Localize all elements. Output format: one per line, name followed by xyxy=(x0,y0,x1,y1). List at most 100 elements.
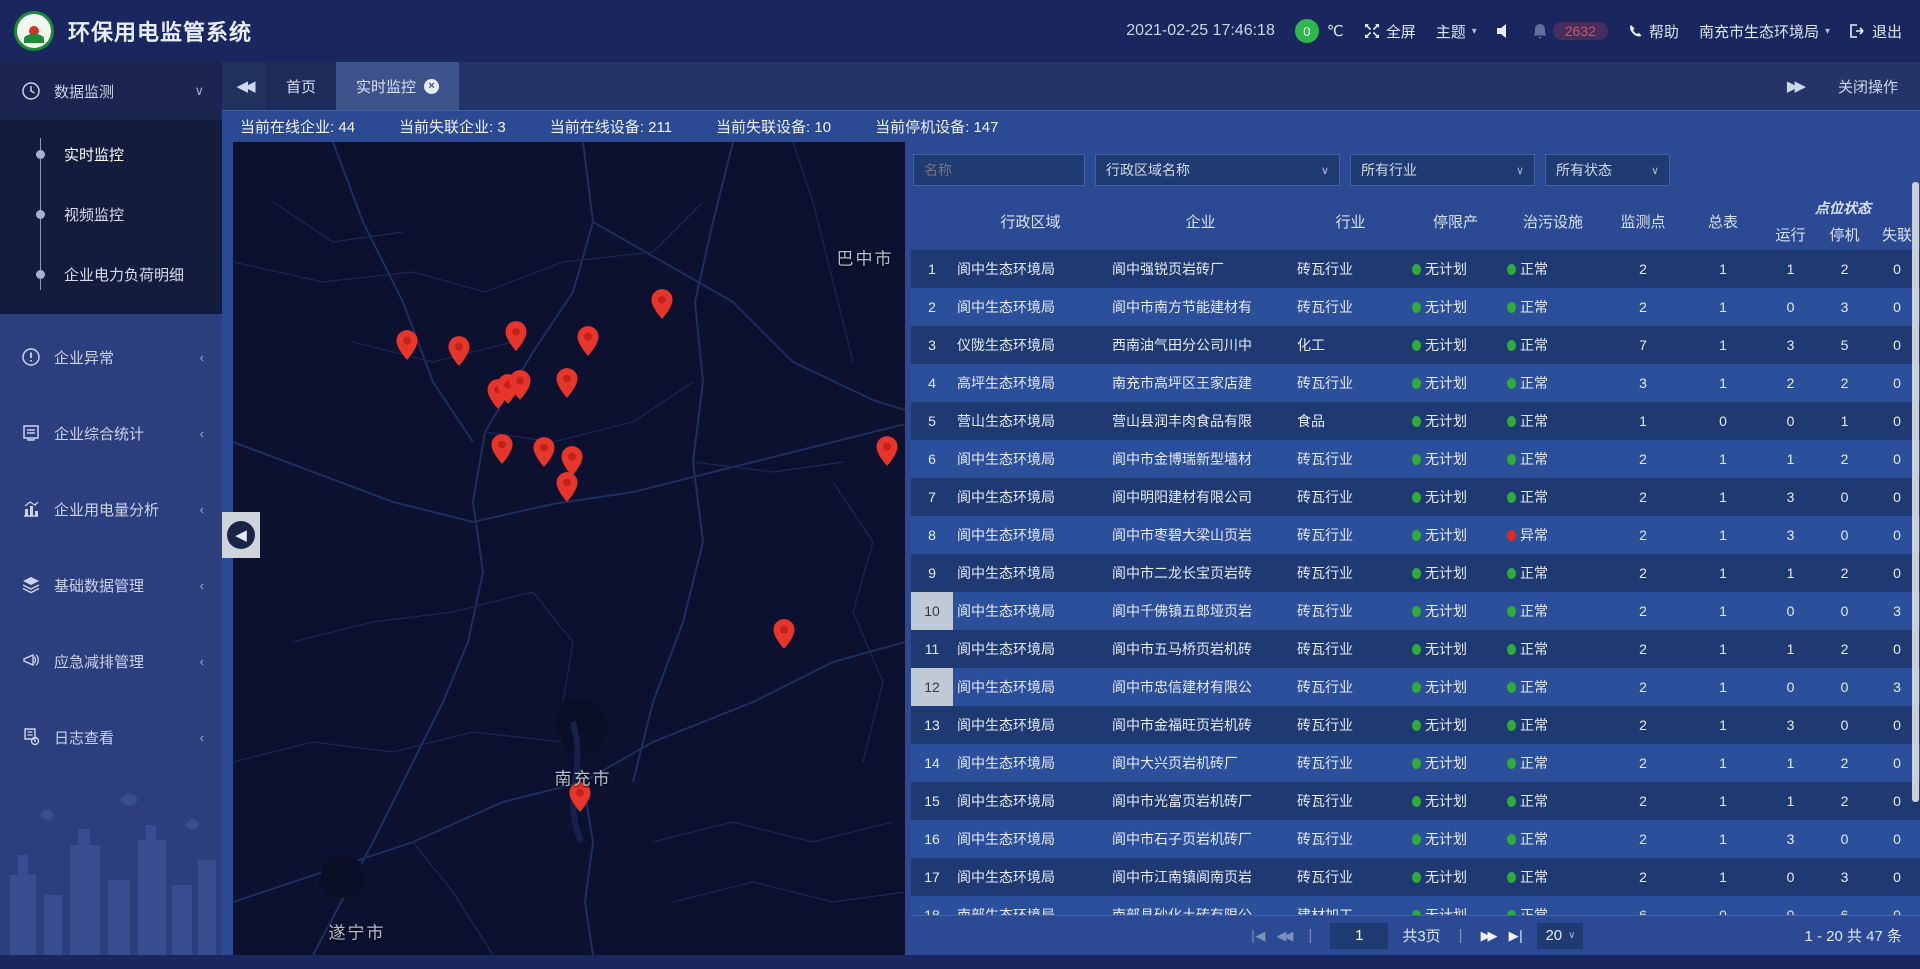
table-row[interactable]: 8阆中生态环境局阆中市枣碧大梁山页岩砖瓦行业无计划异常21300 xyxy=(911,516,1920,554)
row-index-cell: 13 xyxy=(911,706,953,744)
table-row[interactable]: 12阆中生态环境局阆中市忠信建材有限公砖瓦行业无计划正常21003 xyxy=(911,668,1920,706)
tab-realtime-monitor[interactable]: 实时监控 × xyxy=(336,62,459,110)
facility-status-cell: 正常 xyxy=(1503,867,1603,887)
region-cell: 阆中生态环境局 xyxy=(953,715,1108,735)
meter-count-cell: 1 xyxy=(1683,565,1763,581)
industry-filter-select[interactable]: 所有行业 ∨ xyxy=(1350,154,1535,186)
sidebar-subitem-realtime-monitor[interactable]: 实时监控 xyxy=(0,124,222,184)
company-cell: 阆中大兴页岩机砖厂 xyxy=(1108,753,1293,773)
power-analysis-icon xyxy=(22,500,40,518)
tab-scroll-left-button[interactable]: ◀◀ xyxy=(222,62,266,110)
table-row[interactable]: 11阆中生态环境局阆中市五马桥页岩机砖砖瓦行业无计划正常21120 xyxy=(911,630,1920,668)
last-page-button[interactable]: ▶❘ xyxy=(1509,928,1524,944)
chevron-down-icon: ∨ xyxy=(1516,164,1524,177)
status-filter-select[interactable]: 所有状态 ∨ xyxy=(1545,154,1670,186)
industry-cell: 砖瓦行业 xyxy=(1293,753,1408,773)
first-page-button[interactable]: ❘◀ xyxy=(1248,928,1263,944)
sidebar-subitem-video-monitor[interactable]: 视频监控 xyxy=(0,184,222,244)
production-status-cell: 无计划 xyxy=(1408,905,1503,915)
status-dot-icon xyxy=(1412,530,1421,541)
table-row[interactable]: 6阆中生态环境局阆中市金博瑞新型墙材砖瓦行业无计划正常21120 xyxy=(911,440,1920,478)
tab-home[interactable]: 首页 xyxy=(266,62,336,110)
map-city-label: 南充市 xyxy=(555,765,612,790)
region-cell: 阆中生态环境局 xyxy=(953,829,1108,849)
next-page-button[interactable]: ▶▶ xyxy=(1481,928,1495,944)
table-row[interactable]: 17阆中生态环境局阆中市江南镇阆南页岩砖瓦行业无计划正常21030 xyxy=(911,858,1920,896)
stop-count-cell: 0 xyxy=(1818,831,1871,847)
table-row[interactable]: 2阆中生态环境局阆中市南方节能建材有砖瓦行业无计划正常21030 xyxy=(911,288,1920,326)
company-cell: 阆中市金博瑞新型墙材 xyxy=(1108,449,1293,469)
lost-count-cell: 0 xyxy=(1871,907,1920,915)
status-dot-icon xyxy=(1507,606,1516,617)
column-production: 停限产 xyxy=(1408,192,1503,250)
chevron-left-icon: ‹ xyxy=(200,426,204,441)
table-row[interactable]: 3仪陇生态环境局西南油气田分公司川中化工无计划正常71350 xyxy=(911,326,1920,364)
tab-close-icon[interactable]: × xyxy=(424,79,439,94)
status-dot-icon xyxy=(1507,872,1516,883)
table-row[interactable]: 14阆中生态环境局阆中大兴页岩机砖厂砖瓦行业无计划正常21120 xyxy=(911,744,1920,782)
map-view[interactable]: 巴中市南充市遂宁市 xyxy=(233,142,905,955)
company-cell: 西南油气田分公司川中 xyxy=(1108,335,1293,355)
table-row[interactable]: 1阆中生态环境局阆中强锐页岩砖厂砖瓦行业无计划正常21120 xyxy=(911,250,1920,288)
page-size-select[interactable]: 20 ∨ xyxy=(1537,923,1583,949)
region-filter-select[interactable]: 行政区域名称 ∨ xyxy=(1095,154,1340,186)
tab-scroll-right-button[interactable]: ▶▶ xyxy=(1787,77,1802,95)
enterprise-stats-icon xyxy=(22,424,40,442)
table-row[interactable]: 15阆中生态环境局阆中市光富页岩机砖厂砖瓦行业无计划正常21120 xyxy=(911,782,1920,820)
table-row[interactable]: 16阆中生态环境局阆中市石子页岩机砖厂砖瓦行业无计划正常21300 xyxy=(911,820,1920,858)
status-dot-icon xyxy=(1412,682,1421,693)
region-cell: 仪陇生态环境局 xyxy=(953,335,1108,355)
status-dot-icon xyxy=(1507,416,1516,427)
table-row[interactable]: 7阆中生态环境局阆中明阳建材有限公司砖瓦行业无计划正常21300 xyxy=(911,478,1920,516)
facility-status-cell: 正常 xyxy=(1503,753,1603,773)
help-button[interactable]: 帮助 xyxy=(1628,21,1679,42)
table-row[interactable]: 5营山生态环境局营山县润丰肉食品有限食品无计划正常10010 xyxy=(911,402,1920,440)
sidebar-item-emergency[interactable]: 应急减排管理 ‹ xyxy=(0,632,222,690)
close-operations-button[interactable]: 关闭操作 xyxy=(1838,76,1898,97)
stop-count-cell: 2 xyxy=(1818,565,1871,581)
sidebar-item-power-analysis[interactable]: 企业用电量分析 ‹ xyxy=(0,480,222,538)
status-dot-icon xyxy=(1507,302,1516,313)
sidebar-item-label: 企业异常 xyxy=(54,347,114,368)
region-cell: 阆中生态环境局 xyxy=(953,525,1108,545)
table-row[interactable]: 13阆中生态环境局阆中市金福旺页岩机砖砖瓦行业无计划正常21300 xyxy=(911,706,1920,744)
double-left-arrow-icon: ◀◀ xyxy=(236,77,251,95)
industry-cell: 砖瓦行业 xyxy=(1293,867,1408,887)
sidebar-item-log-view[interactable]: 日志查看 ‹ xyxy=(0,708,222,766)
status-filter-value: 所有状态 xyxy=(1556,160,1612,180)
monitor-count-cell: 2 xyxy=(1603,261,1683,277)
theme-label: 主题 xyxy=(1436,21,1466,42)
sidebar-subitem-power-load-detail[interactable]: 企业电力负荷明细 xyxy=(0,244,222,304)
emergency-icon xyxy=(22,652,40,670)
production-status-cell: 无计划 xyxy=(1408,259,1503,279)
mute-button[interactable] xyxy=(1497,24,1513,38)
chevron-left-icon: ‹ xyxy=(200,730,204,745)
table-scrollbar[interactable] xyxy=(1912,182,1919,802)
stat-lost-devices: 当前失联设备: 10 xyxy=(716,116,831,137)
status-dot-icon xyxy=(1507,796,1516,807)
status-dot-icon xyxy=(1507,682,1516,693)
theme-menu[interactable]: 主题 ▾ xyxy=(1436,21,1477,42)
company-cell: 阆中市江南镇阆南页岩 xyxy=(1108,867,1293,887)
sidebar-item-enterprise-stats[interactable]: 企业综合统计 ‹ xyxy=(0,404,222,462)
table-row[interactable]: 18南部生态环境局南部县砂化土砖有限公建材加工无计划正常60060 xyxy=(911,896,1920,915)
prev-page-button[interactable]: ◀◀ xyxy=(1276,928,1290,944)
run-count-cell: 1 xyxy=(1763,793,1818,809)
sidebar-item-enterprise-alert[interactable]: 企业异常 ‹ xyxy=(0,328,222,386)
fullscreen-button[interactable]: 全屏 xyxy=(1364,21,1416,42)
table-row[interactable]: 10阆中生态环境局阆中千佛镇五郎垭页岩砖瓦行业无计划正常21003 xyxy=(911,592,1920,630)
notification-area[interactable]: 2632 xyxy=(1533,22,1608,40)
org-menu[interactable]: 南充市生态环境局 ▾ xyxy=(1699,21,1830,42)
page-number-input[interactable]: 1 xyxy=(1330,923,1388,949)
sidebar-collapse-button[interactable]: ◀ xyxy=(222,512,260,558)
sidebar-item-data-monitor[interactable]: 数据监测 ∨ xyxy=(0,62,222,120)
facility-status-cell: 正常 xyxy=(1503,297,1603,317)
table-row[interactable]: 4高坪生态环境局南充市高坪区王家店建砖瓦行业无计划正常31220 xyxy=(911,364,1920,402)
logout-button[interactable]: 退出 xyxy=(1850,21,1902,42)
name-filter-input[interactable] xyxy=(924,162,1074,178)
facility-status-cell: 正常 xyxy=(1503,639,1603,659)
run-count-cell: 0 xyxy=(1763,679,1818,695)
name-filter-field[interactable] xyxy=(913,154,1085,186)
table-row[interactable]: 9阆中生态环境局阆中市二龙长宝页岩砖砖瓦行业无计划正常21120 xyxy=(911,554,1920,592)
sidebar-item-base-data[interactable]: 基础数据管理 ‹ xyxy=(0,556,222,614)
